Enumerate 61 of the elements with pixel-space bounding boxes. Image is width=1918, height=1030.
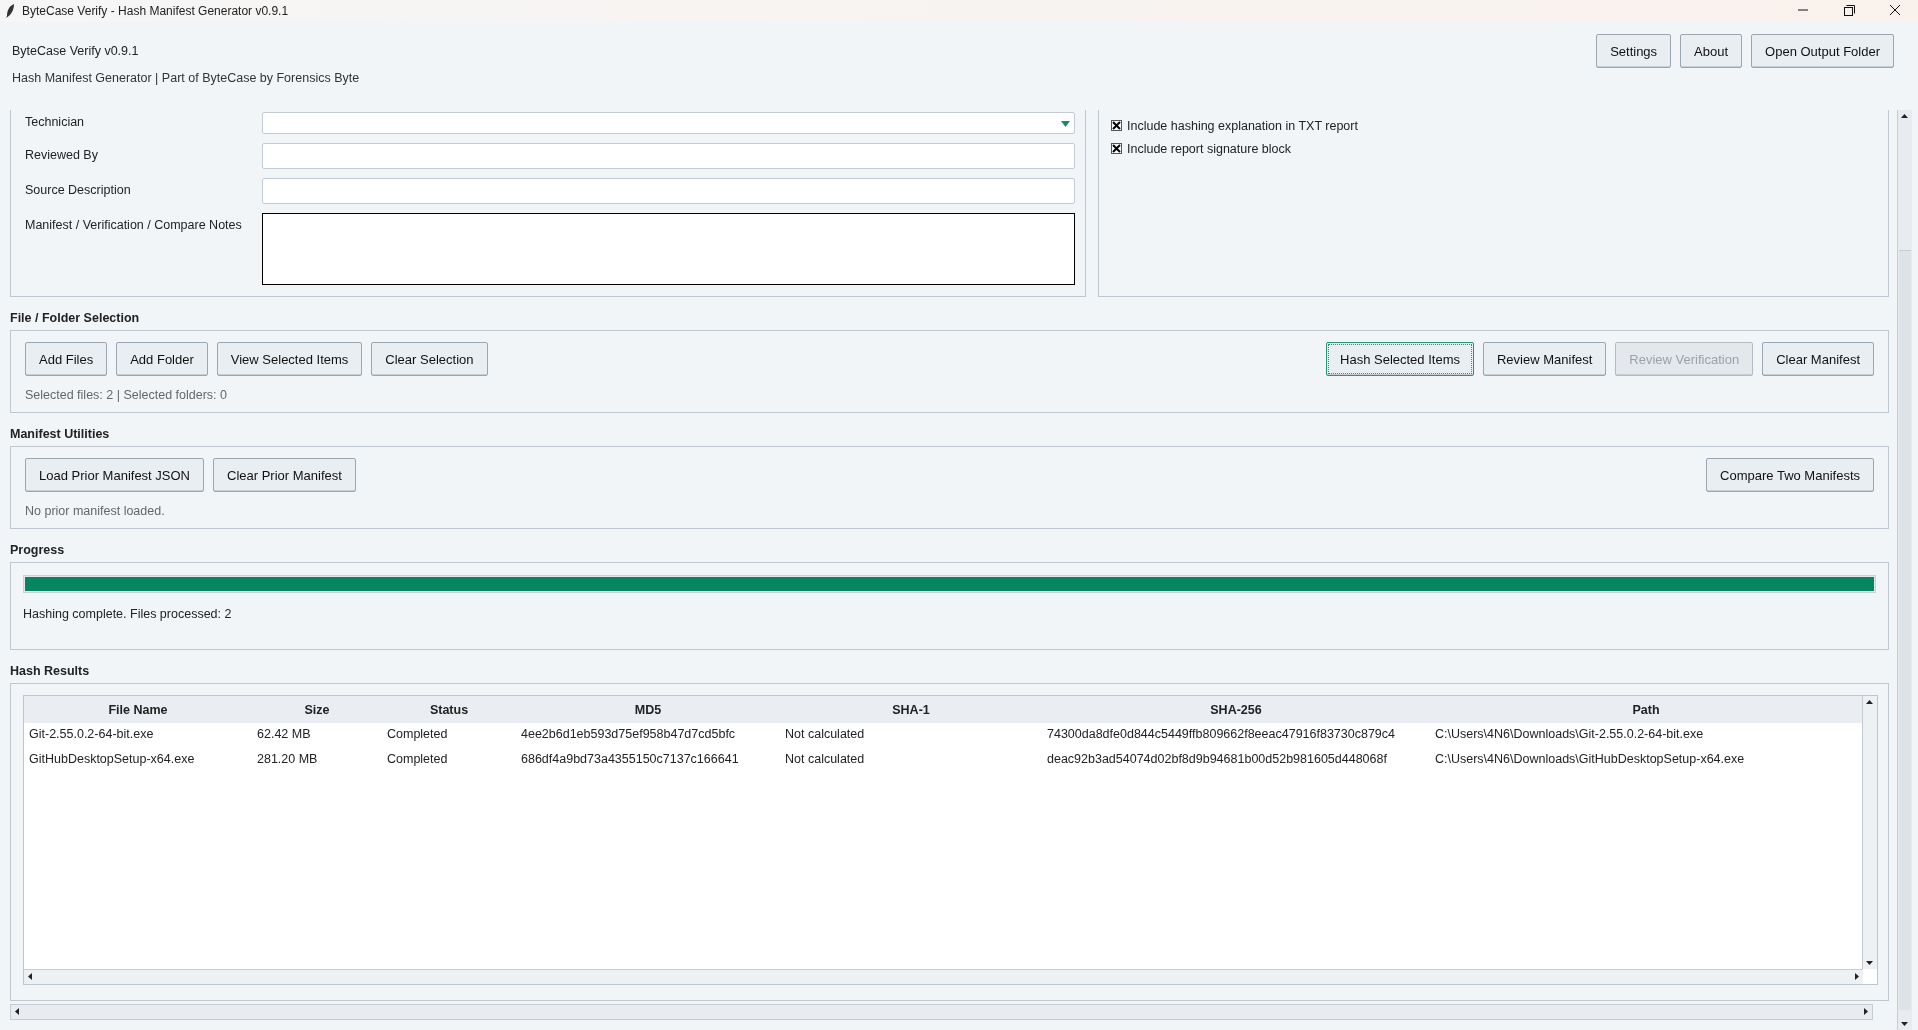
selection-status: Selected files: 2 | Selected folders: 0 [25,388,228,402]
table-cell: Git-2.55.0.2-64-bit.exe [29,726,154,741]
app-name: ByteCase Verify v0.9.1 [12,44,140,58]
header-button[interactable]: About [1680,34,1743,68]
input-field[interactable] [262,143,1075,169]
field-label: Technician [25,114,86,129]
column-header[interactable]: Status [382,696,516,723]
table-cell: Completed [387,726,448,741]
vertical-scrollbar[interactable] [1897,110,1912,1030]
horizontal-scrollbar[interactable] [10,1004,1873,1020]
section-title: File / Folder Selection [10,311,141,325]
header-button[interactable]: Open Output Folder [1751,34,1894,68]
vertical-scrollbar[interactable] [1862,696,1877,969]
action-button[interactable]: Compare Two Manifests [1706,458,1874,492]
checkbox[interactable] [1111,143,1122,154]
action-button[interactable]: Load Prior Manifest JSON [25,458,204,492]
column-header[interactable]: MD5 [516,696,780,723]
table-cell: Completed [387,751,448,766]
field-label: Source Description [25,182,132,197]
field-label: Reviewed By [25,147,99,162]
table-cell: deac92b3ad54074d02bf8d9b94681b00d52b981605d448068f [1047,751,1387,766]
table-cell: 686df4a9bd73a4355150c7137c166641 [521,751,739,766]
section-title: Hash Results [10,664,91,678]
dropdown-arrow-icon [1061,121,1070,127]
table-cell: C:\Users\4N6\Downloads\Git-2.55.0.2-64-bit.exe [1435,726,1704,741]
feather-icon [6,4,15,18]
column-header[interactable]: SHA-1 [780,696,1042,723]
action-button[interactable]: Clear Prior Manifest [213,458,356,492]
notes-field[interactable] [262,213,1075,285]
table-cell: C:\Users\4N6\Downloads\GitHubDesktopSetup-x64.exe [1435,751,1745,766]
action-button[interactable]: Review Manifest [1483,342,1607,376]
header-button[interactable]: Settings [1596,34,1672,68]
column-header[interactable]: Size [252,696,382,723]
input-field[interactable] [262,178,1075,204]
horizontal-scrollbar[interactable] [24,969,1863,984]
action-button[interactable]: Add Files [25,342,108,376]
section-title: Manifest Utilities [10,427,111,441]
progress-status: Hashing complete. Files processed: 2 [23,607,233,621]
table-cell: GitHubDesktopSetup-x64.exe [29,751,195,766]
field-label: Manifest / Verification / Compare Notes [25,217,243,232]
table-cell: 281.20 MB [257,751,318,766]
action-button[interactable]: Clear Selection [371,342,488,376]
action-button[interactable]: Clear Manifest [1762,342,1874,376]
table-cell: 74300da8dfe0d844c5449ffb809662f8eeac47916f83730c879c4 [1047,726,1396,741]
table-cell: Not calculated [785,726,865,741]
column-header[interactable]: SHA-256 [1042,696,1430,723]
app-subtitle: Hash Manifest Generator | Part of ByteCase by Forensics Byte [12,71,360,85]
checkbox-label: Include report signature block [1127,141,1291,156]
action-button[interactable]: Hash Selected Items [1326,342,1474,376]
manifest-status: No prior manifest loaded. [25,504,166,518]
table-cell: 62.42 MB [257,726,311,741]
window-title: ByteCase Verify - Hash Manifest Generator v0.9.1 [22,4,290,18]
action-button[interactable]: View Selected Items [216,342,363,376]
column-header[interactable]: File Name [24,696,252,723]
checkbox[interactable] [1111,120,1122,131]
table-cell: Not calculated [785,751,865,766]
action-button[interactable]: Add Folder [116,342,208,376]
section-title: Progress [10,543,66,557]
column-header[interactable]: Path [1430,696,1862,723]
table-cell: 4ee2b6d1eb593d75ef958b47d7cd5bfc [521,726,736,741]
checkbox-label: Include hashing explanation in TXT report [1127,118,1358,133]
